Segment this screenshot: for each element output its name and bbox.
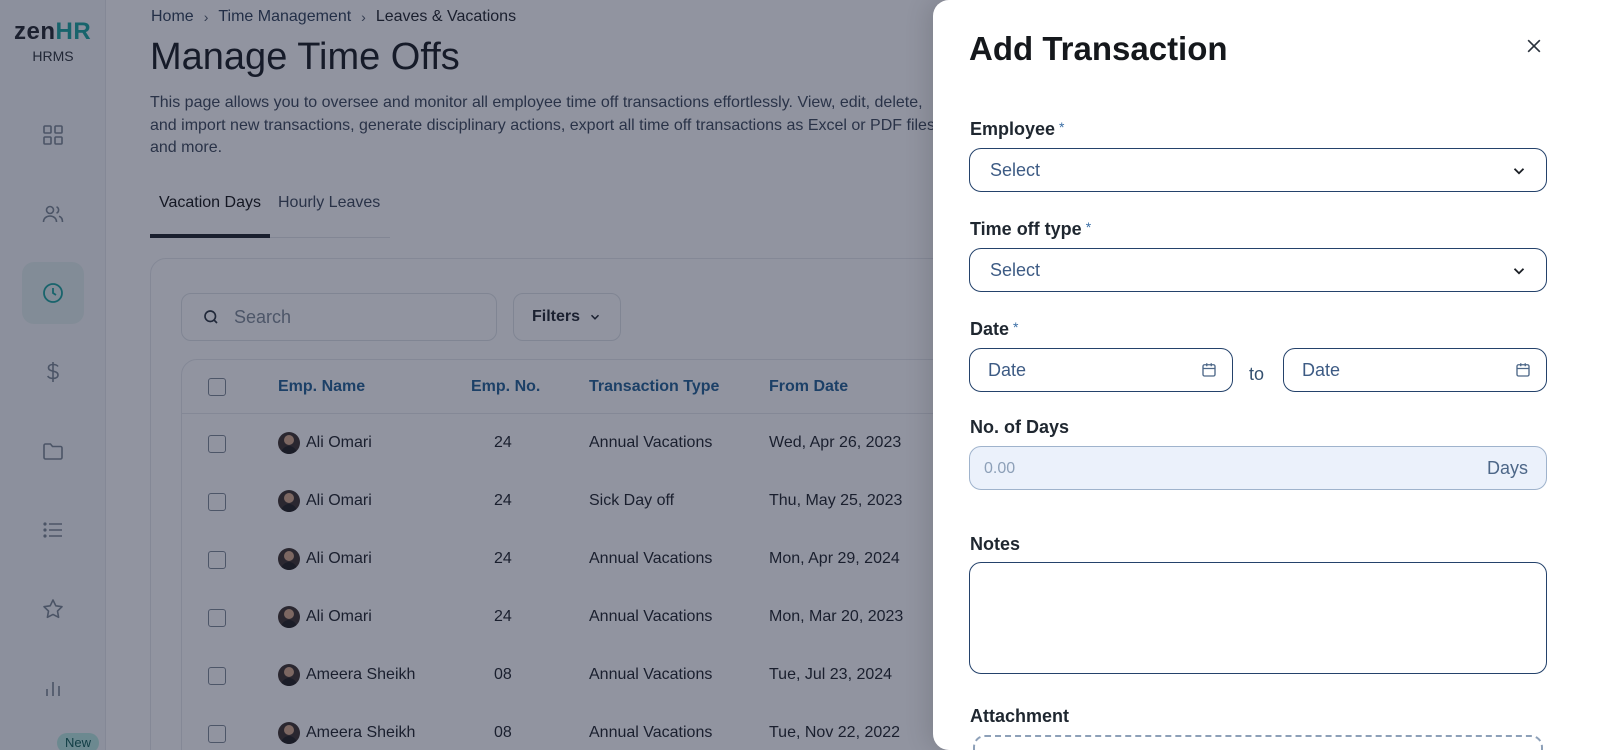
drawer-title: Add Transaction (969, 30, 1228, 67)
employee-select-value: Select (990, 159, 1041, 180)
time-off-type-select[interactable]: Select (969, 248, 1547, 292)
time-off-type-select-value: Select (990, 259, 1041, 280)
add-transaction-drawer: Add Transaction Employee * Select Time of… (933, 0, 1600, 750)
employee-label: Employee * (970, 119, 1065, 139)
notes-label: Notes (970, 534, 1021, 554)
to-date-placeholder: Date (1302, 359, 1341, 380)
from-date-placeholder: Date (988, 359, 1027, 380)
chevron-down-icon (1513, 268, 1525, 275)
employee-select[interactable]: Select (969, 148, 1547, 192)
date-label: Date * (970, 319, 1019, 339)
no-of-days-value: 0.00 (984, 460, 1016, 477)
attachment-dropzone[interactable] (973, 735, 1543, 750)
close-icon (1527, 39, 1541, 53)
time-off-type-label: Time off type * (970, 219, 1092, 239)
from-date-input[interactable]: Date (969, 348, 1233, 392)
calendar-icon (1202, 363, 1216, 377)
no-of-days-input[interactable]: 0.00 Days (969, 446, 1547, 490)
calendar-icon (1516, 363, 1530, 377)
close-button[interactable] (1524, 33, 1544, 59)
chevron-down-icon (1513, 168, 1525, 175)
no-of-days-label: No. of Days (970, 417, 1070, 437)
date-range-separator: to (1249, 364, 1265, 384)
notes-textarea[interactable] (969, 562, 1547, 674)
attachment-label: Attachment (970, 706, 1070, 726)
no-of-days-unit: Days (1486, 458, 1528, 478)
to-date-input[interactable]: Date (1283, 348, 1547, 392)
